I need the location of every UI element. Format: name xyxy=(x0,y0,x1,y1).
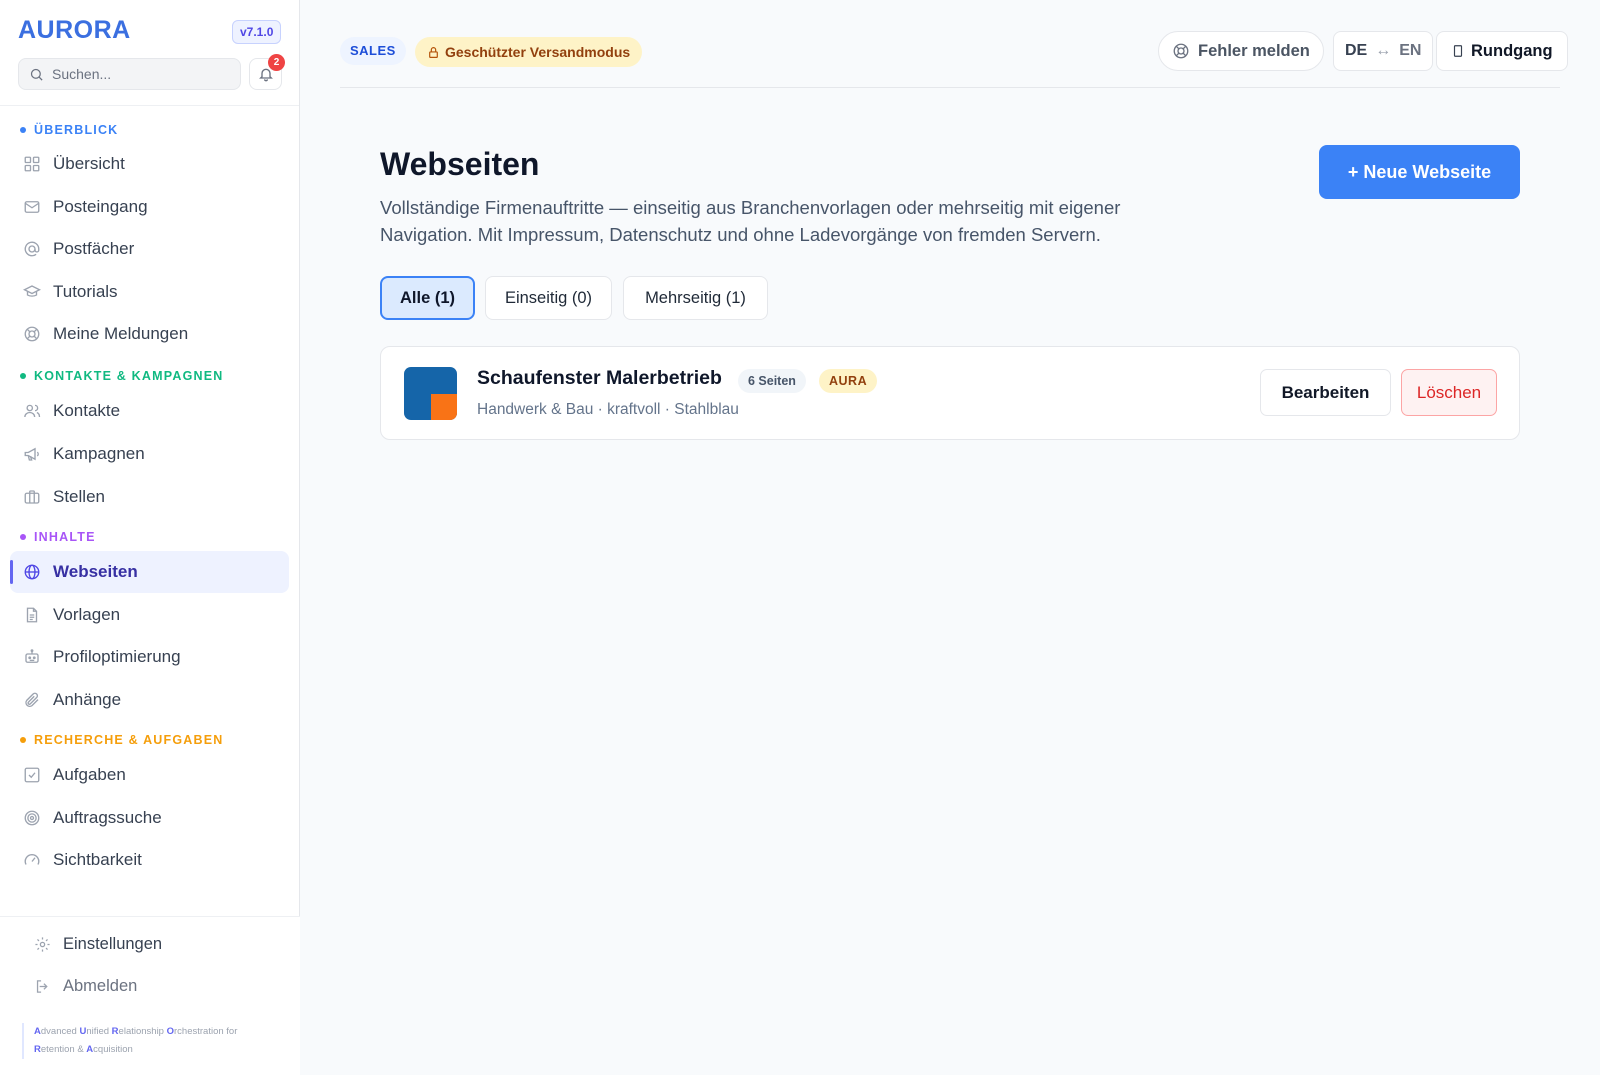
graduation-cap-icon xyxy=(23,285,41,297)
filter-tab-single-page[interactable]: Einseitig (0) xyxy=(485,276,612,320)
version-badge: v7.1.0 xyxy=(232,20,282,44)
sidebar-item-tutorials[interactable]: Tutorials xyxy=(10,271,289,313)
report-bug-button[interactable]: Fehler melden xyxy=(1158,31,1324,71)
at-icon xyxy=(24,241,40,257)
lifebuoy-icon xyxy=(1173,43,1189,59)
sidebar-item-kampagnen[interactable]: Kampagnen xyxy=(10,433,289,475)
page-count-badge: 6 Seiten xyxy=(738,369,806,393)
report-bug-label: Fehler melden xyxy=(1198,41,1310,60)
sidebar-item-label: Kontakte xyxy=(53,401,121,420)
delete-button[interactable]: Löschen xyxy=(1401,369,1497,416)
sidebar-item-posteingang[interactable]: Posteingang xyxy=(10,186,289,228)
lock-icon xyxy=(429,46,438,58)
logout-label: Abmelden xyxy=(63,976,138,995)
lang-swap-arrow: ↔ xyxy=(1375,42,1392,59)
sidebar-item-label: Auftragssuche xyxy=(53,808,162,827)
robot-icon xyxy=(25,649,39,663)
sidebar-item-label: Stellen xyxy=(53,487,105,506)
tour-button[interactable]: Rundgang xyxy=(1436,31,1568,71)
search-box[interactable] xyxy=(18,58,241,90)
edit-button[interactable]: Bearbeiten xyxy=(1260,369,1391,416)
sidebar-footer: Einstellungen Abmelden Advanced Unified … xyxy=(0,916,300,1075)
paperclip-icon xyxy=(25,692,39,707)
search-icon xyxy=(30,68,43,81)
sidebar-item-label: Vorlagen xyxy=(53,605,121,624)
gauge-icon xyxy=(24,854,40,865)
sidebar-item-label: Meine Meldungen xyxy=(53,324,189,343)
section-label-kontakte-kampagnen: KONTAKTE & KAMPAGNEN xyxy=(20,369,224,383)
sidebar-item-label: Übersicht xyxy=(53,154,125,173)
tour-label: Rundgang xyxy=(1471,41,1553,60)
logout-link[interactable]: Abmelden xyxy=(34,971,137,1001)
lifebuoy-icon xyxy=(24,326,40,342)
app-logo[interactable]: AURORA xyxy=(18,16,131,45)
sidebar-item-profiloptimierung[interactable]: Profiloptimierung xyxy=(10,636,289,678)
sidebar-item-auftragssuche[interactable]: Auftragssuche xyxy=(10,797,289,839)
filter-tab-multi-page[interactable]: Mehrseitig (1) xyxy=(623,276,768,320)
sidebar-item-postfaecher[interactable]: Postfächer xyxy=(10,228,289,270)
sidebar-nav: ÜBERBLICK Übersicht Posteingang Postfäch… xyxy=(0,106,300,916)
sidebar-item-label: Postfächer xyxy=(53,239,135,258)
sidebar-item-label: Aufgaben xyxy=(53,765,126,784)
target-icon xyxy=(24,810,40,826)
website-thumbnail xyxy=(404,367,457,420)
notification-count-badge: 2 xyxy=(268,54,285,71)
checkbox-icon xyxy=(24,767,40,783)
aura-badge: AURA xyxy=(819,369,878,393)
new-website-button[interactable]: + Neue Webseite xyxy=(1319,145,1520,199)
globe-icon xyxy=(24,564,40,580)
section-label-ueberblick: ÜBERBLICK xyxy=(20,123,118,137)
page-title: Webseiten xyxy=(380,146,540,182)
sidebar-item-uebersicht[interactable]: Übersicht xyxy=(10,143,289,185)
top-bar: SALES Geschützter Versandmodus Fehler me… xyxy=(340,28,1568,88)
sidebar-item-label: Tutorials xyxy=(53,282,118,301)
lang-en: EN xyxy=(1399,42,1422,59)
users-icon xyxy=(24,404,41,418)
sidebar-item-sichtbarkeit[interactable]: Sichtbarkeit xyxy=(10,839,289,881)
document-icon xyxy=(26,607,38,623)
megaphone-icon xyxy=(24,447,39,461)
lang-de: DE xyxy=(1345,42,1368,59)
section-label-inhalte: INHALTE xyxy=(20,530,96,544)
sidebar-item-vorlagen[interactable]: Vorlagen xyxy=(10,594,289,636)
settings-label: Einstellungen xyxy=(63,934,163,953)
mail-icon xyxy=(24,201,40,213)
filter-tab-all[interactable]: Alle (1) xyxy=(380,276,475,320)
sidebar-item-label: Posteingang xyxy=(53,197,148,216)
protected-mode-pill: Geschützter Versandmodus xyxy=(415,37,643,67)
sidebar-item-label: Anhänge xyxy=(53,690,122,709)
website-name: Schaufenster Malerbetrieb xyxy=(477,367,722,389)
protected-mode-label: Geschützter Versandmodus xyxy=(445,44,631,60)
sidebar: AURORA v7.1.0 2 ÜBERBLICK Übersicht Post… xyxy=(0,0,300,1075)
page-description: Vollständige Firmenauftritte — einseitig… xyxy=(380,197,1121,245)
search-input[interactable] xyxy=(52,66,232,82)
tour-icon xyxy=(1453,45,1463,57)
website-card[interactable]: Schaufenster Malerbetrieb 6 Seiten AURA … xyxy=(380,346,1520,440)
section-label-recherche-aufgaben: RECHERCHE & AUFGABEN xyxy=(20,733,224,747)
sidebar-item-label: Sichtbarkeit xyxy=(53,850,142,869)
sidebar-item-stellen[interactable]: Stellen xyxy=(10,476,289,518)
settings-link[interactable]: Einstellungen xyxy=(34,929,162,959)
website-meta: Handwerk & Bau · kraftvoll · Stahlblau xyxy=(477,401,739,418)
sidebar-item-anhaenge[interactable]: Anhänge xyxy=(10,679,289,721)
app-tagline: Advanced Unified Relationship Orchestrat… xyxy=(22,1023,272,1059)
sidebar-item-meine-meldungen[interactable]: Meine Meldungen xyxy=(10,313,289,355)
logout-icon xyxy=(36,979,48,993)
sidebar-item-label: Kampagnen xyxy=(53,444,145,463)
briefcase-icon xyxy=(24,490,40,504)
language-toggle[interactable]: DE ↔ EN xyxy=(1333,31,1434,71)
grid-icon xyxy=(24,156,40,172)
gear-icon xyxy=(35,936,50,952)
sidebar-item-webseiten[interactable]: Webseiten xyxy=(10,551,289,593)
sidebar-header: AURORA v7.1.0 2 xyxy=(0,0,299,106)
sidebar-item-aufgaben[interactable]: Aufgaben xyxy=(10,754,289,796)
sidebar-item-label: Profiloptimierung xyxy=(53,647,181,666)
sidebar-item-label: Webseiten xyxy=(53,562,138,581)
sidebar-item-kontakte[interactable]: Kontakte xyxy=(10,390,289,432)
notifications-button[interactable]: 2 xyxy=(249,54,285,90)
sales-mode-pill: SALES xyxy=(340,37,406,65)
